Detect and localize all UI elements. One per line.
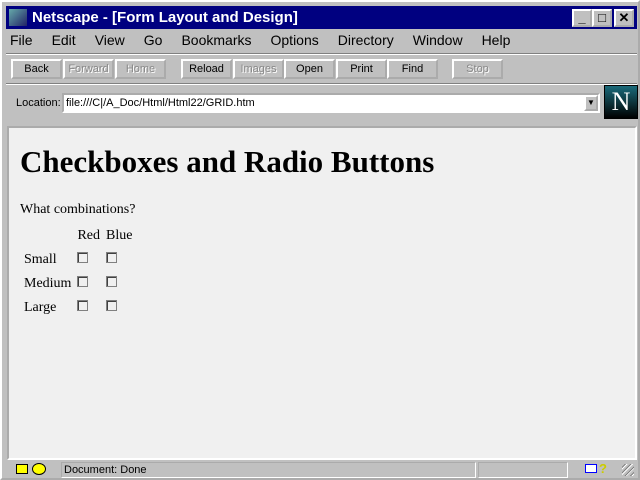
title-bar: Netscape - [Form Layout and Design] _ □ … <box>6 6 637 29</box>
forward-button[interactable]: Forward <box>63 59 114 79</box>
find-button[interactable]: Find <box>387 59 438 79</box>
netscape-app-icon[interactable] <box>9 9 27 26</box>
page-heading: Checkboxes and Radio Buttons <box>20 144 435 179</box>
menu-file[interactable]: File <box>8 32 35 48</box>
reload-button[interactable]: Reload <box>181 59 232 79</box>
status-text: Document: Done <box>61 462 476 478</box>
menu-go[interactable]: Go <box>142 32 165 48</box>
menu-help[interactable]: Help <box>480 32 513 48</box>
question-text: What combinations? <box>20 202 136 217</box>
row-label: Large <box>24 300 57 315</box>
progress-panel <box>478 462 568 478</box>
column-header-red: Red <box>77 228 101 243</box>
browser-window: Netscape - [Form Layout and Design] _ □ … <box>0 0 640 480</box>
page-content: Checkboxes and Radio Buttons What combin… <box>7 126 637 460</box>
menu-bar: File Edit View Go Bookmarks Options Dire… <box>8 32 527 48</box>
location-input[interactable]: file:///C|/A_Doc/Html/Html22/GRID.htm ▼ <box>62 93 600 113</box>
maximize-button[interactable]: □ <box>592 9 612 27</box>
menu-view[interactable]: View <box>93 32 127 48</box>
stop-button[interactable]: Stop <box>452 59 503 79</box>
menu-bookmarks[interactable]: Bookmarks <box>179 32 253 48</box>
help-icon[interactable]: ? <box>599 461 607 476</box>
connection-icon <box>32 463 46 475</box>
menu-options[interactable]: Options <box>269 32 321 48</box>
divider <box>6 53 637 55</box>
window-title: Netscape - [Form Layout and Design] <box>32 9 298 26</box>
checkbox-large-blue[interactable] <box>106 300 118 311</box>
menu-window[interactable]: Window <box>411 32 465 48</box>
mail-icon[interactable] <box>585 464 597 473</box>
checkbox-large-red[interactable] <box>77 300 89 311</box>
location-value: file:///C|/A_Doc/Html/Html22/GRID.htm <box>66 97 255 109</box>
checkbox-medium-blue[interactable] <box>106 276 118 287</box>
resize-grip-icon[interactable] <box>622 464 634 476</box>
print-button[interactable]: Print <box>336 59 387 79</box>
netscape-logo[interactable]: N <box>604 85 638 119</box>
security-key-icon[interactable] <box>16 464 28 474</box>
minimize-button[interactable]: _ <box>572 9 592 27</box>
open-button[interactable]: Open <box>284 59 335 79</box>
column-header-blue: Blue <box>106 228 133 243</box>
checkbox-small-red[interactable] <box>77 252 89 263</box>
images-button[interactable]: Images <box>233 59 284 79</box>
checkbox-small-blue[interactable] <box>106 252 118 263</box>
home-button[interactable]: Home <box>115 59 166 79</box>
divider <box>6 83 637 85</box>
status-bar: Document: Done ? <box>2 461 638 478</box>
row-label: Medium <box>24 276 72 291</box>
menu-edit[interactable]: Edit <box>50 32 78 48</box>
dropdown-arrow-icon[interactable]: ▼ <box>584 95 598 111</box>
back-button[interactable]: Back <box>11 59 62 79</box>
location-label: Location: <box>16 97 61 109</box>
menu-directory[interactable]: Directory <box>336 32 396 48</box>
options-grid: Red Blue Small Medium Large <box>20 223 136 321</box>
close-button[interactable]: ✕ <box>614 9 634 27</box>
checkbox-medium-red[interactable] <box>77 276 89 287</box>
row-label: Small <box>24 252 57 267</box>
